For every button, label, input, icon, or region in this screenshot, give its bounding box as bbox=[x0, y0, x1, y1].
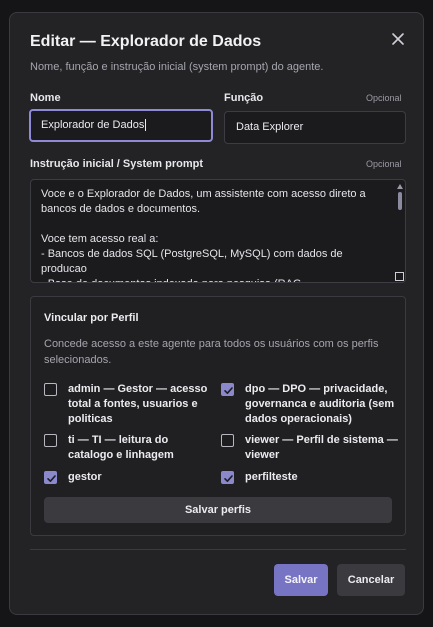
function-label: Função bbox=[224, 92, 264, 104]
system-prompt-text: Voce e o Explorador de Dados, um assiste… bbox=[41, 188, 366, 282]
profile-option-admin[interactable]: admin — Gestor — acesso total a fontes, … bbox=[44, 382, 214, 427]
name-input-value: Explorador de Dados bbox=[41, 119, 145, 131]
close-icon bbox=[392, 33, 404, 45]
save-button[interactable]: Salvar bbox=[274, 564, 328, 596]
profile-option-label: ti — TI — leitura do catalogo e linhagem bbox=[68, 434, 174, 461]
profile-option-label: dpo — DPO — privacidade, governanca e au… bbox=[245, 383, 395, 425]
profile-option-label: perfilteste bbox=[245, 471, 298, 483]
textarea-resize-handle[interactable] bbox=[395, 272, 404, 281]
profile-checkbox-dpo[interactable] bbox=[221, 383, 234, 396]
dialog-title: Editar — Explorador de Dados bbox=[30, 33, 262, 50]
dialog-subtitle: Nome, função e instrução inicial (system… bbox=[30, 61, 324, 73]
profile-option-label: viewer — Perfil de sistema — viewer bbox=[245, 434, 398, 461]
profile-option-label: gestor bbox=[68, 471, 102, 483]
cancel-button[interactable]: Cancelar bbox=[337, 564, 405, 596]
textarea-scroll-thumb[interactable] bbox=[398, 192, 402, 210]
profile-checkbox-viewer[interactable] bbox=[221, 434, 234, 447]
check-icon bbox=[224, 475, 233, 482]
function-input[interactable]: Data Explorer bbox=[224, 111, 406, 144]
prompt-optional-hint: Opcional bbox=[366, 159, 402, 169]
profile-option-dpo[interactable]: dpo — DPO — privacidade, governanca e au… bbox=[221, 382, 401, 427]
profile-binding-panel: Vincular por Perfil Concede acesso a est… bbox=[30, 296, 406, 536]
prompt-label: Instrução inicial / System prompt bbox=[30, 158, 203, 170]
profile-checkbox-gestor[interactable] bbox=[44, 471, 57, 484]
profile-section-description: Concede acesso a este agente para todos … bbox=[44, 338, 379, 366]
profile-checkbox-perfilteste[interactable] bbox=[221, 471, 234, 484]
profile-section-title: Vincular por Perfil bbox=[44, 312, 139, 324]
profile-option-viewer[interactable]: viewer — Perfil de sistema — viewer bbox=[221, 433, 399, 463]
close-button[interactable] bbox=[390, 31, 406, 47]
profile-checkbox-ti[interactable] bbox=[44, 434, 57, 447]
save-profiles-button[interactable]: Salvar perfis bbox=[44, 497, 392, 523]
name-label: Nome bbox=[30, 92, 61, 104]
check-icon bbox=[47, 475, 56, 482]
profile-option-ti[interactable]: ti — TI — leitura do catalogo e linhagem bbox=[44, 433, 214, 463]
footer-divider bbox=[30, 549, 406, 550]
edit-agent-dialog: Editar — Explorador de Dados Nome, funçã… bbox=[9, 12, 424, 615]
function-input-value: Data Explorer bbox=[236, 121, 304, 133]
profile-option-perfilteste[interactable]: perfilteste bbox=[221, 470, 391, 485]
function-optional-hint: Opcional bbox=[366, 93, 402, 103]
profile-option-gestor[interactable]: gestor bbox=[44, 470, 214, 485]
name-input[interactable]: Explorador de Dados bbox=[29, 109, 213, 142]
system-prompt-textarea[interactable]: Voce e o Explorador de Dados, um assiste… bbox=[30, 179, 406, 283]
scroll-up-icon[interactable] bbox=[397, 184, 403, 189]
profile-option-label: admin — Gestor — acesso total a fontes, … bbox=[68, 383, 208, 425]
text-caret bbox=[145, 119, 147, 132]
profile-checkbox-admin[interactable] bbox=[44, 383, 57, 396]
check-icon bbox=[224, 387, 233, 394]
